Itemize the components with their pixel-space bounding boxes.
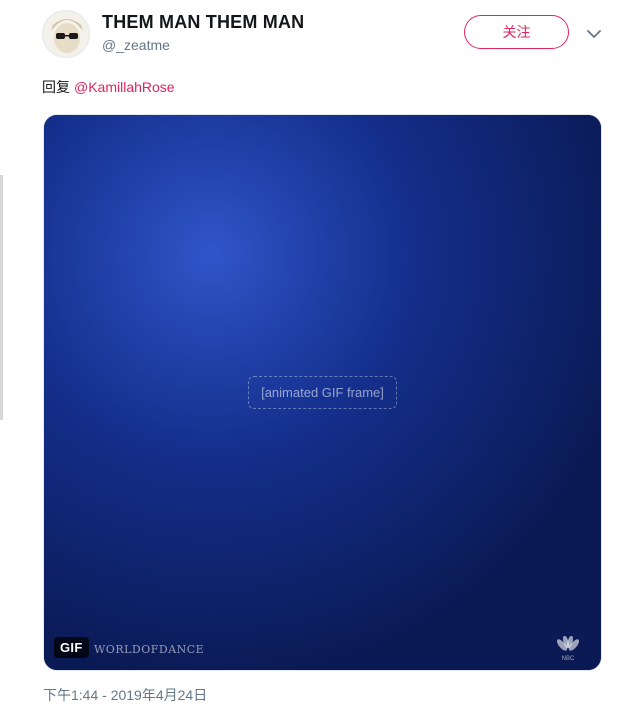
user-display-name[interactable]: THEM MAN THEM MAN: [102, 12, 304, 33]
svg-text:NBC: NBC: [562, 656, 575, 662]
page-left-edge: [0, 0, 3, 707]
follow-button[interactable]: 关注: [464, 15, 569, 49]
user-handle[interactable]: @_zeatme: [102, 37, 170, 53]
gif-media[interactable]: [animated GIF frame] GIF WORLDOFDANCE NB…: [43, 114, 602, 671]
nbc-peacock-icon: NBC: [553, 635, 583, 662]
gif-badge: GIF: [54, 637, 89, 658]
avatar[interactable]: [42, 10, 90, 58]
tweet-timestamp[interactable]: 下午1:44 - 2019年4月24日: [43, 685, 207, 705]
avatar-image: [43, 11, 89, 57]
placeholder-note: [animated GIF frame]: [248, 376, 397, 409]
reply-label: 回复: [42, 79, 70, 95]
chevron-down-icon[interactable]: [584, 24, 604, 44]
gif-frame-placeholder: [animated GIF frame]: [44, 115, 601, 670]
watermark-text: WORLDOFDANCE: [94, 643, 205, 656]
reply-mention-link[interactable]: @KamillahRose: [74, 79, 175, 95]
reply-context: 回复 @KamillahRose: [42, 77, 175, 97]
